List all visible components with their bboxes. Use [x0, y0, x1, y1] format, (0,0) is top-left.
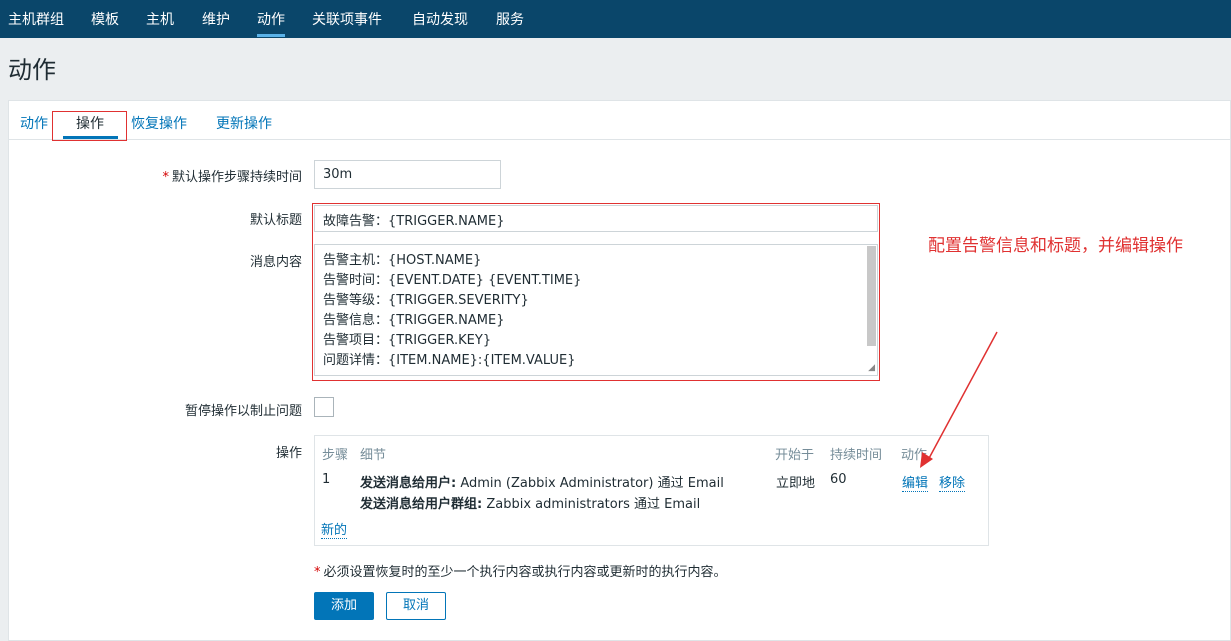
edit-operation-link[interactable]: 编辑: [902, 472, 929, 492]
column-header-details: 细节: [360, 448, 387, 463]
required-note: * 必须设置恢复时的至少一个执行内容或执行内容或更新时的执行内容。: [314, 565, 727, 580]
column-header-start-in: 开始于: [775, 448, 815, 463]
operation-start: 立即地: [776, 476, 816, 491]
nav-item-maintenance[interactable]: 维护: [202, 9, 230, 29]
remove-operation-link[interactable]: 移除: [939, 472, 966, 492]
nav-item-discovery[interactable]: 自动发现: [412, 9, 468, 29]
top-navigation: 主机群组 模板 主机 维护 动作 关联项事件 自动发现 服务: [0, 0, 1231, 38]
step-duration-label: * 默认操作步骤持续时间: [162, 170, 302, 185]
annotation-text: 配置告警信息和标题，并编辑操作: [928, 236, 1183, 256]
page-title: 动作: [8, 56, 56, 84]
nav-item-event-correlation[interactable]: 关联项事件: [312, 9, 382, 29]
pause-label: 暂停操作以制止问题: [184, 404, 302, 419]
pause-checkbox[interactable]: [314, 397, 334, 417]
step-duration-input[interactable]: 30m: [314, 160, 501, 189]
column-header-action: 动作: [901, 448, 928, 463]
cancel-button[interactable]: 取消: [386, 592, 446, 620]
column-header-step: 步骤: [322, 448, 349, 463]
new-operation-link[interactable]: 新的: [321, 519, 348, 539]
message-label: 消息内容: [249, 255, 302, 270]
default-subject-label: 默认标题: [249, 213, 302, 228]
add-button[interactable]: 添加: [314, 592, 374, 620]
operation-detail-user: 发送消息给用户: Admin (Zabbix Administrator) 通过…: [360, 476, 724, 491]
nav-item-services[interactable]: 服务: [496, 9, 524, 29]
nav-item-actions[interactable]: 动作: [257, 9, 285, 37]
tab-recovery-operations[interactable]: 恢复操作: [131, 113, 187, 133]
operation-detail-group: 发送消息给用户群组: Zabbix administrators 通过 Emai…: [360, 497, 701, 512]
highlight-box-subject-message: [312, 203, 880, 381]
column-header-duration: 持续时间: [830, 448, 883, 463]
nav-item-templates[interactable]: 模板: [91, 9, 119, 29]
operation-duration: 60: [830, 472, 847, 487]
nav-item-hosts[interactable]: 主机: [146, 9, 174, 29]
tabs-divider: [8, 139, 1231, 140]
tab-action[interactable]: 动作: [20, 113, 48, 133]
operations-label: 操作: [275, 446, 302, 461]
operation-step: 1: [322, 472, 331, 487]
nav-item-host-groups[interactable]: 主机群组: [8, 9, 64, 29]
highlight-box-operations-tab: [52, 111, 127, 141]
tab-update-operations[interactable]: 更新操作: [216, 113, 272, 133]
